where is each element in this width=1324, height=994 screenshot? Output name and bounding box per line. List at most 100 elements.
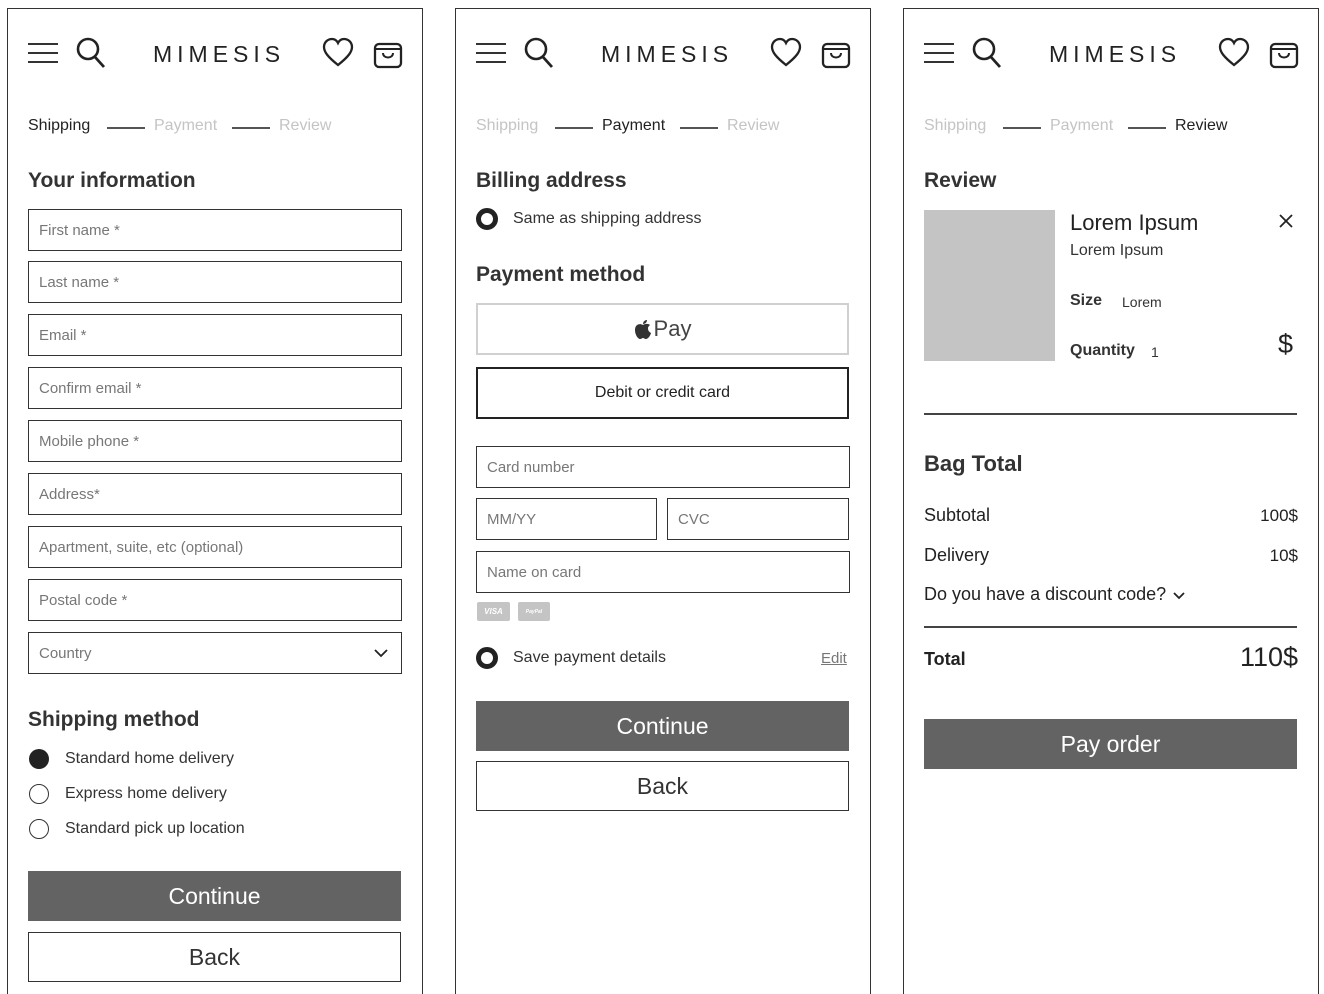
field-placeholder: MM/YY xyxy=(487,510,537,528)
step-review[interactable]: Review xyxy=(1175,117,1227,135)
expiry-field[interactable]: MM/YY xyxy=(476,498,657,540)
menu-icon[interactable] xyxy=(924,43,954,63)
radio-label: Express home delivery xyxy=(65,785,227,802)
step-shipping[interactable]: Shipping xyxy=(476,117,538,135)
subtotal-value: 100$ xyxy=(1260,506,1298,525)
brand-logo[interactable]: MIMESIS xyxy=(1049,41,1181,68)
postal-code-field[interactable]: Postal code * xyxy=(28,579,402,621)
review-heading: Review xyxy=(924,169,997,192)
heart-icon[interactable] xyxy=(1218,37,1250,69)
size-value: Lorem xyxy=(1122,294,1162,310)
field-placeholder: CVC xyxy=(678,510,710,528)
radio-label: Standard pick up location xyxy=(65,820,245,837)
field-placeholder: Postal code * xyxy=(39,591,128,609)
product-subtitle: Lorem Ipsum xyxy=(1070,242,1164,259)
size-label: Size xyxy=(1070,292,1103,309)
radio-same-as-shipping[interactable] xyxy=(476,208,498,230)
step-connector xyxy=(555,127,593,129)
address-field[interactable]: Address* xyxy=(28,473,402,515)
step-connector xyxy=(1003,127,1041,129)
quantity-value[interactable]: 1 xyxy=(1151,344,1159,360)
product-image[interactable] xyxy=(924,210,1055,361)
radio-standard-pickup[interactable] xyxy=(29,819,49,839)
brand-logo[interactable]: MIMESIS xyxy=(601,41,733,68)
step-shipping[interactable]: Shipping xyxy=(924,117,986,135)
field-placeholder: Address* xyxy=(39,485,100,503)
search-icon[interactable] xyxy=(972,37,1002,69)
field-placeholder: Last name * xyxy=(39,273,120,291)
apartment-field[interactable]: Apartment, suite, etc (optional) xyxy=(28,526,402,568)
debit-credit-card-button[interactable]: Debit or credit card xyxy=(476,367,849,419)
heart-icon[interactable] xyxy=(770,37,802,69)
first-name-field[interactable]: First name * xyxy=(28,209,402,251)
step-payment[interactable]: Payment xyxy=(154,117,217,135)
search-icon[interactable] xyxy=(524,37,554,69)
total-label: Total xyxy=(924,649,966,669)
quantity-label: Quantity xyxy=(1070,342,1135,359)
brand-logo[interactable]: MIMESIS xyxy=(153,41,285,68)
payment-method-heading: Payment method xyxy=(476,263,646,286)
billing-address-heading: Billing address xyxy=(476,169,627,192)
visa-logo: VISA xyxy=(477,602,510,621)
continue-button[interactable]: Continue xyxy=(28,871,401,921)
shopping-bag-icon[interactable] xyxy=(372,37,404,69)
step-review[interactable]: Review xyxy=(279,117,331,135)
edit-link[interactable]: Edit xyxy=(821,650,847,667)
bag-total-heading: Bag Total xyxy=(924,451,1023,476)
card-number-field[interactable]: Card number xyxy=(476,446,850,488)
step-connector xyxy=(107,127,145,129)
search-icon[interactable] xyxy=(76,37,106,69)
shipping-screen: MIMESIS Shipping Payment Review Your inf… xyxy=(7,8,423,994)
field-placeholder: First name * xyxy=(39,221,120,239)
discount-code-label: Do you have a discount code? xyxy=(924,584,1167,604)
field-placeholder: Card number xyxy=(487,458,575,476)
radio-label: Same as shipping address xyxy=(513,210,702,227)
step-payment[interactable]: Payment xyxy=(1050,117,1113,135)
shopping-bag-icon[interactable] xyxy=(1268,37,1300,69)
field-placeholder: Apartment, suite, etc (optional) xyxy=(39,538,244,556)
last-name-field[interactable]: Last name * xyxy=(28,261,402,303)
divider xyxy=(924,413,1297,415)
chevron-down-icon xyxy=(374,649,388,658)
product-title: Lorem Ipsum xyxy=(1070,210,1199,235)
field-placeholder: Country xyxy=(39,644,92,662)
step-shipping[interactable]: Shipping xyxy=(28,117,90,135)
mobile-phone-field[interactable]: Mobile phone * xyxy=(28,420,402,462)
radio-express-home-delivery[interactable] xyxy=(29,784,49,804)
discount-code-toggle[interactable]: Do you have a discount code? xyxy=(924,584,1186,605)
email-field[interactable]: Email * xyxy=(28,314,402,356)
heart-icon[interactable] xyxy=(322,37,354,69)
close-icon[interactable] xyxy=(1279,214,1293,228)
shopping-bag-icon[interactable] xyxy=(820,37,852,69)
apple-pay-button[interactable]: Pay xyxy=(476,303,849,355)
menu-icon[interactable] xyxy=(476,43,506,63)
total-value: 110$ xyxy=(1239,642,1298,672)
step-connector xyxy=(680,127,718,129)
apple-pay-label: Pay xyxy=(653,316,692,341)
back-button[interactable]: Back xyxy=(476,761,849,811)
pay-order-button[interactable]: Pay order xyxy=(924,719,1297,769)
chevron-down-icon xyxy=(1173,591,1185,599)
confirm-email-field[interactable]: Confirm email * xyxy=(28,367,402,409)
your-information-heading: Your information xyxy=(28,169,196,192)
step-connector xyxy=(232,127,270,129)
menu-icon[interactable] xyxy=(28,43,58,63)
field-placeholder: Confirm email * xyxy=(39,379,142,397)
field-placeholder: Mobile phone * xyxy=(39,432,140,450)
step-payment[interactable]: Payment xyxy=(602,117,665,135)
continue-button[interactable]: Continue xyxy=(476,701,849,751)
field-placeholder: Email * xyxy=(39,326,87,344)
payment-screen: MIMESIS Shipping Payment Review Billing … xyxy=(455,8,871,994)
back-button[interactable]: Back xyxy=(28,932,401,982)
radio-save-payment-details[interactable] xyxy=(476,647,498,669)
radio-label: Standard home delivery xyxy=(65,750,234,767)
step-connector xyxy=(1128,127,1166,129)
paypal-logo: PayPal xyxy=(518,602,550,621)
name-on-card-field[interactable]: Name on card xyxy=(476,551,850,593)
step-review[interactable]: Review xyxy=(727,117,779,135)
country-select[interactable]: Country xyxy=(28,632,402,674)
cvc-field[interactable]: CVC xyxy=(667,498,849,540)
radio-standard-home-delivery[interactable] xyxy=(29,749,49,769)
product-price: $ xyxy=(1278,329,1294,359)
divider xyxy=(924,626,1297,628)
